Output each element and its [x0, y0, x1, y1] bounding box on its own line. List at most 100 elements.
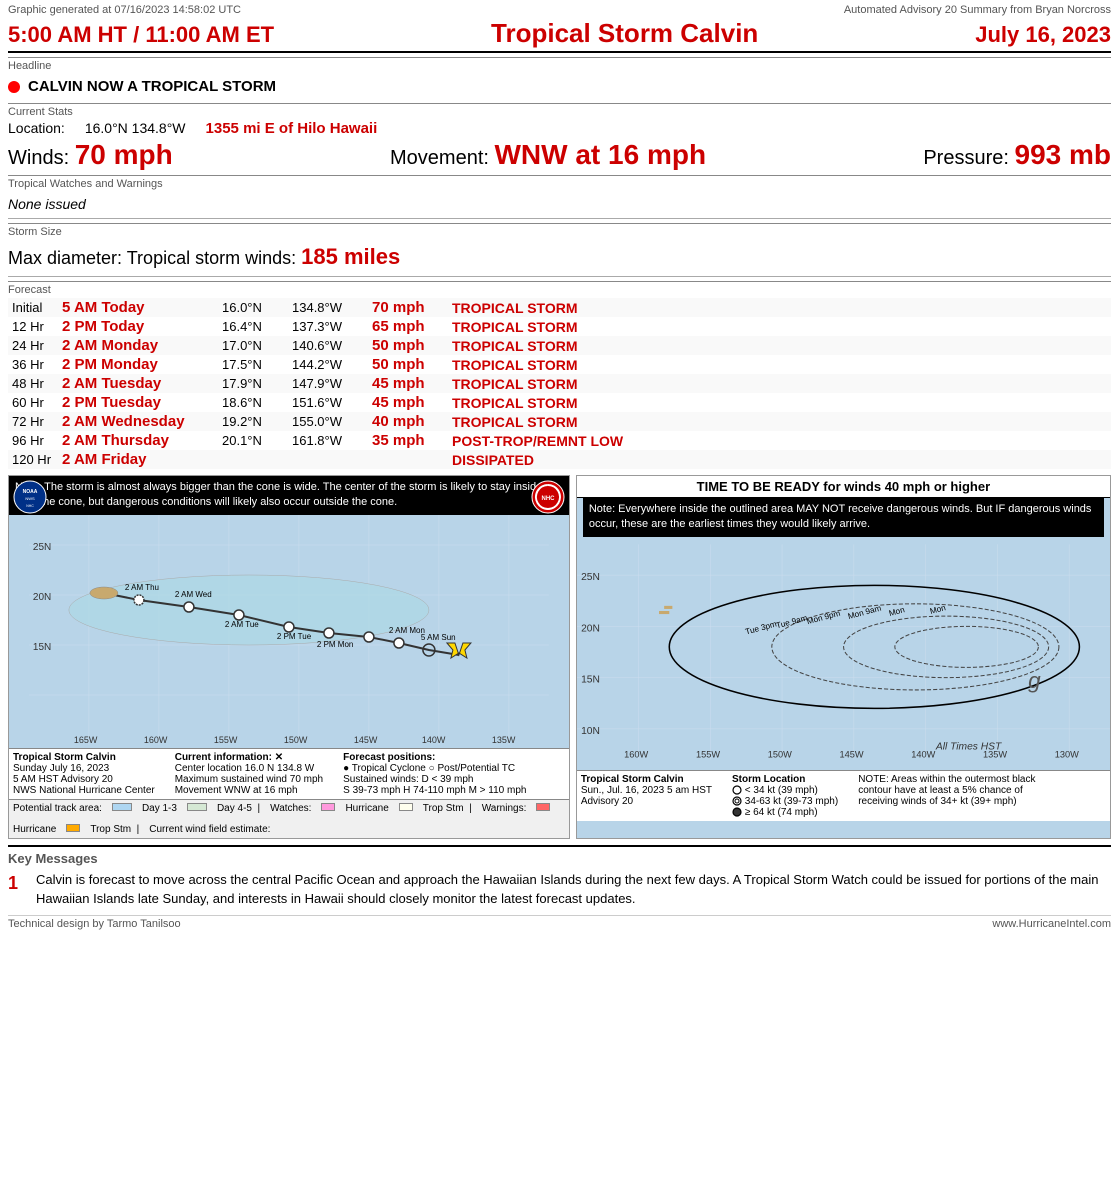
forecast-wind: 50 mph [368, 355, 448, 374]
map-forecast-label: Forecast positions: [343, 752, 526, 763]
forecast-hour: 120 Hr [8, 450, 58, 469]
header-date: July 16, 2023 [975, 22, 1111, 48]
map-bottom-info: Tropical Storm Calvin Sunday July 16, 20… [9, 748, 569, 799]
watches-text: None issued [8, 192, 1111, 216]
legend-wind-field: Current wind field estimate: [149, 824, 270, 835]
forecast-lat: 19.2°N [218, 412, 288, 431]
map-right-speed3: ≥ 64 kt (74 mph) [732, 807, 838, 818]
forecast-type: TROPICAL STORM [448, 393, 1111, 412]
storm-size-label: Storm Size [8, 223, 1111, 238]
map-right-bottom: Tropical Storm Calvin Sun., Jul. 16, 202… [577, 770, 1110, 821]
headline-text: CALVIN NOW A TROPICAL STORM [28, 78, 276, 95]
map-movement-info: Movement WNW at 16 mph [175, 785, 323, 796]
movement-stat: Movement: WNW at 16 mph [390, 139, 706, 171]
track-map-svg: 25N 20N 15N 165W 160W 155W 150W 145W 140… [9, 515, 569, 745]
svg-text:150W: 150W [284, 735, 308, 745]
forecast-time: 2 AM Tuesday [58, 374, 218, 393]
svg-text:145W: 145W [354, 735, 378, 745]
legend-day4-5 [187, 803, 207, 811]
forecast-time: 5 AM Today [58, 298, 218, 317]
key-messages-label: Key Messages [8, 851, 1111, 866]
legend-track-label: Potential track area: [13, 803, 102, 814]
svg-text:25N: 25N [33, 542, 51, 553]
forecast-lon: 147.9°W [288, 374, 368, 393]
svg-text:150W: 150W [768, 749, 792, 759]
forecast-label: Forecast [8, 281, 1111, 296]
forecast-time: 2 AM Monday [58, 336, 218, 355]
legend-day1-3 [112, 803, 132, 811]
forecast-type: TROPICAL STORM [448, 412, 1111, 431]
forecast-hour: 24 Hr [8, 336, 58, 355]
key-message-text: Calvin is forecast to move across the ce… [36, 870, 1111, 909]
svg-text:g: g [1028, 668, 1041, 693]
svg-text:NWS: NWS [25, 496, 35, 501]
key-messages-list: 1Calvin is forecast to move across the c… [8, 870, 1111, 909]
svg-text:2 AM Mon: 2 AM Mon [389, 626, 425, 635]
svg-text:2 PM Tue: 2 PM Tue [277, 632, 312, 641]
svg-text:20N: 20N [581, 623, 600, 634]
forecast-lat: 17.5°N [218, 355, 288, 374]
legend-watches: Watches: [270, 803, 311, 814]
noaa-logo: NOAA NWS NHC [13, 480, 47, 517]
location-description: 1355 mi E of Hilo Hawaii [206, 120, 378, 137]
svg-text:140W: 140W [422, 735, 446, 745]
winds-label: Winds: [8, 147, 69, 169]
pressure-stat: Pressure: 993 mb [923, 139, 1111, 171]
svg-text:135W: 135W [492, 735, 516, 745]
map-legend2: Sustained winds: D < 39 mph [343, 774, 526, 785]
movement-label: Movement: [390, 147, 489, 169]
location-label: Location: [8, 120, 65, 136]
legend-hurricane-warning [536, 803, 550, 811]
footer-left: Technical design by Tarmo Tanilsoo [8, 918, 181, 930]
map-left-note: Note: The storm is almost always bigger … [9, 476, 569, 515]
wind-arrival-map: TIME TO BE READY for winds 40 mph or hig… [576, 475, 1111, 839]
forecast-time: 2 AM Friday [58, 450, 218, 469]
svg-text:NHC: NHC [26, 504, 34, 508]
svg-text:2 AM Wed: 2 AM Wed [175, 590, 212, 599]
map-legend-bar: Potential track area: Day 1-3 Day 4-5 | … [9, 799, 569, 838]
movement-value: WNW at 16 mph [495, 139, 707, 170]
wind-arrival-svg: 25N 20N 15N 10N 160W 155W 150W 145W 140W… [577, 537, 1110, 767]
header-title: Tropical Storm Calvin [274, 18, 975, 49]
pressure-value: 993 mb [1015, 139, 1112, 170]
map-right-note: Note: Everywhere inside the outlined are… [583, 498, 1104, 537]
svg-text:15N: 15N [581, 675, 600, 686]
map-advisory: 5 AM HST Advisory 20 [13, 774, 155, 785]
storm-size-desc: Tropical storm winds: [127, 248, 296, 268]
svg-text:165W: 165W [74, 735, 98, 745]
headline-label: Headline [8, 57, 1111, 72]
stats-location: Location: 16.0°N 134.8°W 1355 mi E of Hi… [8, 120, 1111, 137]
svg-text:140W: 140W [911, 749, 935, 759]
forecast-hour: Initial [8, 298, 58, 317]
forecast-type: TROPICAL STORM [448, 355, 1111, 374]
red-dot-icon [8, 81, 20, 93]
svg-text:10N: 10N [581, 726, 600, 737]
storm-size: Max diameter: Tropical storm winds: 185 … [8, 240, 1111, 274]
map-center: NWS National Hurricane Center [13, 785, 155, 796]
forecast-time: 2 AM Wednesday [58, 412, 218, 431]
forecast-lat: 16.4°N [218, 317, 288, 336]
map-right-note2: NOTE: Areas within the outermost black c… [858, 774, 1058, 807]
forecast-type: TROPICAL STORM [448, 336, 1111, 355]
svg-text:155W: 155W [214, 735, 238, 745]
forecast-hour: 12 Hr [8, 317, 58, 336]
forecast-time: 2 PM Today [58, 317, 218, 336]
map-right-loc-label: Storm Location [732, 774, 838, 785]
forecast-lon: 137.3°W [288, 317, 368, 336]
svg-text:155W: 155W [696, 749, 720, 759]
map-legend3: S 39-73 mph H 74-110 mph M > 110 mph [343, 785, 526, 796]
forecast-wind [368, 450, 448, 469]
legend-trop-watch [399, 803, 413, 811]
headline-row: CALVIN NOW A TROPICAL STORM [8, 74, 1111, 99]
forecast-wind: 65 mph [368, 317, 448, 336]
forecast-hour: 48 Hr [8, 374, 58, 393]
svg-text:160W: 160W [624, 749, 648, 759]
svg-text:NHC: NHC [541, 496, 555, 502]
stats-main: Winds: 70 mph Movement: WNW at 16 mph Pr… [8, 139, 1111, 171]
forecast-wind: 45 mph [368, 393, 448, 412]
svg-text:20N: 20N [33, 592, 51, 603]
footer-right: www.HurricaneIntel.com [992, 918, 1111, 930]
map-current-info: Current information: ✕ [175, 752, 323, 763]
legend-warnings: Warnings: [482, 803, 527, 814]
forecast-hour: 60 Hr [8, 393, 58, 412]
